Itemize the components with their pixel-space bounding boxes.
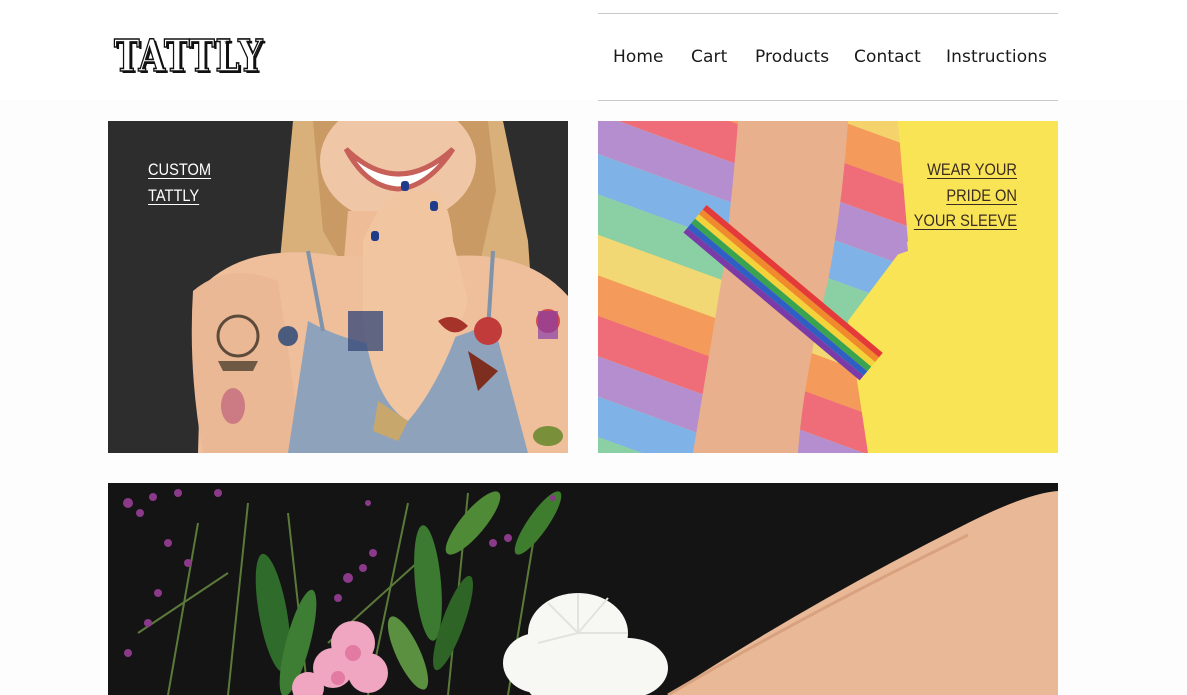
tattly-logo[interactable]: TATTLY ™ [113,29,263,84]
pride-caption-line1: WEAR YOUR [927,160,1017,179]
custom-caption-line2: TATTLY [148,185,200,205]
trademark-mark: ™ [223,40,231,49]
flowers-tile[interactable] [108,483,1058,695]
site-header: TATTLY ™ Home Cart Products Contact Instr… [0,0,1187,101]
main-nav: Home Cart Products Contact Instructions [598,13,1058,101]
pride-caption-line2: PRIDE ON [946,185,1017,205]
custom-tattly-caption[interactable]: CUSTOM TATTLY [148,157,211,208]
pride-caption-line3: YOUR SLEEVE [913,211,1017,230]
nav-contact-link[interactable]: Contact [854,47,921,67]
custom-caption-line1: CUSTOM [148,160,212,179]
logo-text: TATTLY [113,30,264,83]
nav-instructions-link[interactable]: Instructions [946,47,1047,67]
nav-home-link[interactable]: Home [613,47,664,67]
nav-products-link[interactable]: Products [755,47,829,67]
nav-cart-link[interactable]: Cart [691,47,727,67]
flowers-photo [108,483,1058,695]
pride-sleeve-caption[interactable]: WEAR YOUR PRIDE ON YOUR SLEEVE [914,157,1017,234]
page: TATTLY ™ Home Cart Products Contact Instr… [0,0,1187,695]
